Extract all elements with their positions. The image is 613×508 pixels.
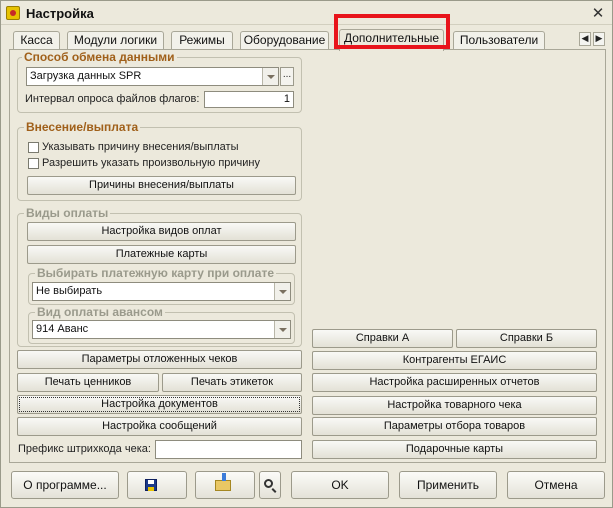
deposit-reasons-button[interactable]: Причины внесения/выплаты	[27, 176, 296, 195]
barcode-prefix-field[interactable]	[155, 440, 302, 459]
exchange-method-choose-button[interactable]: ...	[280, 67, 294, 86]
advance-payment-value: 914 Аванс	[36, 323, 89, 335]
tab-logic-modules[interactable]: Модули логики	[67, 31, 164, 50]
chevron-down-icon[interactable]	[262, 68, 278, 85]
interval-label: Интервал опроса файлов флагов:	[25, 93, 200, 105]
save-icon	[145, 479, 157, 491]
goods-filter-button[interactable]: Параметры отбора товаров	[312, 417, 597, 436]
title-bar: Настройка ✕	[1, 1, 612, 25]
tab-users[interactable]: Пользователи	[453, 31, 545, 50]
tab-kassa[interactable]: Касса	[13, 31, 60, 50]
settings-window: Настройка ✕ Касса Модули логики Режимы О…	[0, 0, 613, 508]
tab-scroll-left-icon[interactable]: ◀	[579, 32, 591, 46]
barcode-prefix-label: Префикс штрихкода чека:	[18, 443, 151, 455]
about-button[interactable]: О программе...	[11, 471, 119, 499]
payment-setup-button[interactable]: Настройка видов оплат	[27, 222, 296, 241]
search-icon	[264, 479, 273, 488]
card-choice-select[interactable]: Не выбирать	[32, 282, 291, 301]
tab-equipment[interactable]: Оборудование	[240, 31, 329, 50]
print-price-tags-button[interactable]: Печать ценников	[17, 373, 159, 392]
app-icon	[6, 6, 20, 20]
advance-payment-group-title: Вид оплаты авансом	[35, 305, 165, 319]
window-title: Настройка	[26, 6, 94, 21]
any-reason-checkbox-label: Разрешить указать произвольную причину	[42, 157, 261, 169]
search-button[interactable]	[259, 471, 281, 499]
gift-cards-button[interactable]: Подарочные карты	[312, 440, 597, 459]
tab-bar: Касса Модули логики Режимы Оборудование …	[1, 29, 613, 51]
documents-settings-button[interactable]: Настройка документов	[17, 395, 302, 414]
folder-open-icon	[215, 473, 231, 491]
load-settings-button[interactable]	[195, 471, 255, 499]
card-choice-group-title: Выбирать платежную карту при оплате	[35, 266, 276, 280]
tab-modes[interactable]: Режимы	[171, 31, 233, 50]
exchange-method-select[interactable]: Загрузка данных SPR	[26, 67, 279, 86]
ok-button[interactable]: OK	[291, 471, 389, 499]
deposit-group-title: Внесение/выплата	[24, 120, 141, 134]
goods-receipt-settings-button[interactable]: Настройка товарного чека	[312, 396, 597, 415]
reason-checkbox[interactable]	[28, 142, 39, 153]
close-icon[interactable]: ✕	[589, 4, 607, 22]
references-a-button[interactable]: Справки А	[312, 329, 453, 348]
card-choice-value: Не выбирать	[36, 285, 103, 297]
apply-button[interactable]: Применить	[399, 471, 497, 499]
egais-counterparties-button[interactable]: Контрагенты ЕГАИС	[312, 351, 597, 370]
messages-settings-button[interactable]: Настройка сообщений	[17, 417, 302, 436]
exchange-group-title: Способ обмена данными	[22, 50, 177, 64]
tab-scroll-right-icon[interactable]: ▶	[593, 32, 605, 46]
any-reason-checkbox[interactable]	[28, 158, 39, 169]
chevron-down-icon[interactable]	[274, 321, 290, 338]
reason-checkbox-label: Указывать причину внесения/выплаты	[42, 141, 239, 153]
cancel-button[interactable]: Отмена	[507, 471, 605, 499]
references-b-button[interactable]: Справки Б	[456, 329, 597, 348]
payment-cards-button[interactable]: Платежные карты	[27, 245, 296, 264]
print-labels-button[interactable]: Печать этикеток	[162, 373, 302, 392]
interval-field[interactable]: 1	[204, 91, 294, 108]
chevron-down-icon[interactable]	[274, 283, 290, 300]
exchange-method-value: Загрузка данных SPR	[30, 70, 142, 82]
extended-reports-button[interactable]: Настройка расширенных отчетов	[312, 373, 597, 392]
payment-group-title: Виды оплаты	[24, 206, 111, 220]
tab-additional[interactable]: Дополнительные	[339, 29, 444, 51]
save-settings-button[interactable]	[127, 471, 187, 499]
deferred-receipts-button[interactable]: Параметры отложенных чеков	[17, 350, 302, 369]
advance-payment-select[interactable]: 914 Аванс	[32, 320, 291, 339]
